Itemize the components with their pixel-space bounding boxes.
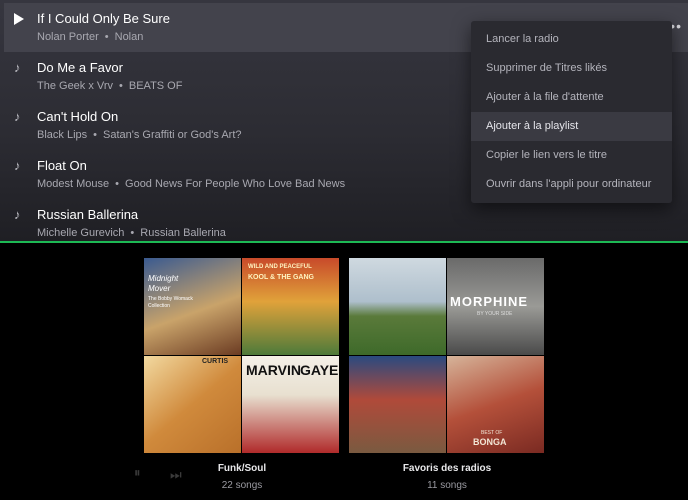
track-meta: Nolan Porter • Nolan bbox=[37, 31, 143, 43]
cover-text: WILD AND PEACEFUL bbox=[248, 264, 312, 270]
menu-item-copy-link[interactable]: Copier le lien vers le titre bbox=[471, 141, 672, 170]
album-cover: WILD AND PEACEFUL KOOL & THE GANG bbox=[242, 258, 339, 355]
track-title[interactable]: Russian Ballerina bbox=[37, 207, 138, 222]
music-note-icon: ♪ bbox=[14, 158, 21, 173]
track-meta: Modest Mouse • Good News For People Who Lo… bbox=[37, 178, 345, 190]
track-title[interactable]: If I Could Only Be Sure bbox=[37, 11, 170, 26]
separator-dot: • bbox=[93, 129, 97, 141]
separator-dot: • bbox=[119, 80, 123, 92]
cover-text: KOOL & THE GANG bbox=[248, 274, 314, 281]
cover-text: BY YOUR SIDE bbox=[477, 311, 513, 317]
menu-item-open-desktop-app[interactable]: Ouvrir dans l'appli pour ordinateur bbox=[471, 170, 672, 199]
track-artist[interactable]: Black Lips bbox=[37, 129, 87, 141]
cover-text: Collection bbox=[148, 303, 170, 309]
cover-text: MORPHINE bbox=[450, 294, 529, 309]
track-title[interactable]: Can't Hold On bbox=[37, 109, 118, 124]
play-icon[interactable] bbox=[14, 12, 28, 26]
playlist-cover-mosaic[interactable]: Midnight Mover The Bobby Womack Collecti… bbox=[144, 258, 340, 454]
cover-text: GAYE bbox=[300, 362, 339, 378]
separator-dot: • bbox=[115, 178, 120, 190]
album-cover: Midnight Mover The Bobby Womack Collecti… bbox=[144, 258, 241, 355]
track-album[interactable]: Russian Ballerina bbox=[140, 227, 226, 239]
track-meta: The Geek x Vrv • BEATS OF bbox=[37, 80, 182, 92]
separator-dot: • bbox=[104, 31, 109, 43]
track-album[interactable]: BEATS OF bbox=[129, 80, 183, 92]
track-title[interactable]: Float On bbox=[37, 158, 87, 173]
playlist-picker: Midnight Mover The Bobby Womack Collecti… bbox=[0, 243, 688, 500]
track-artist[interactable]: The Geek x Vrv bbox=[37, 80, 113, 92]
track-context-menu: Lancer la radio Supprimer de Titres liké… bbox=[471, 21, 672, 203]
music-note-icon: ♪ bbox=[14, 109, 21, 124]
menu-item-start-radio[interactable]: Lancer la radio bbox=[471, 25, 672, 54]
playlist-name[interactable]: Favoris des radios bbox=[349, 463, 545, 474]
track-album[interactable]: Satan's Graffiti or God's Art? bbox=[103, 129, 242, 141]
track-artist[interactable]: Nolan Porter bbox=[37, 31, 99, 43]
menu-item-add-to-queue[interactable]: Ajouter à la file d'attente bbox=[471, 83, 672, 112]
cover-text: CURTIS bbox=[202, 358, 229, 365]
track-meta: Black Lips • Satan's Graffiti or God's Art… bbox=[37, 129, 242, 141]
track-album[interactable]: Good News For People Who Love Bad News bbox=[125, 178, 345, 190]
album-cover: CURTIS bbox=[144, 356, 241, 453]
cover-text: The Bobby Womack bbox=[148, 296, 193, 302]
track-row[interactable]: ♪ Russian Ballerina Michelle Gurevich • Ru… bbox=[4, 199, 688, 241]
cover-text: BONGA bbox=[473, 437, 507, 447]
track-title[interactable]: Do Me a Favor bbox=[37, 60, 123, 75]
cover-text: MARVIN bbox=[246, 362, 301, 378]
album-cover: MORPHINE BY YOUR SIDE bbox=[447, 258, 544, 355]
liked-songs-list: If I Could Only Be Sure Nolan Porter • Nol… bbox=[0, 0, 688, 241]
album-cover: MARVIN GAYE bbox=[242, 356, 339, 453]
music-note-icon: ♪ bbox=[14, 60, 21, 75]
album-cover bbox=[349, 356, 446, 453]
menu-item-add-to-playlist[interactable]: Ajouter à la playlist bbox=[471, 112, 672, 141]
skip-icon: ⏭ bbox=[170, 467, 182, 482]
playlist-song-count: 11 songs bbox=[427, 480, 467, 491]
album-cover bbox=[349, 258, 446, 355]
playlist-cover-mosaic[interactable]: MORPHINE BY YOUR SIDE BEST OF BONGA bbox=[349, 258, 545, 454]
cover-text: Mover bbox=[148, 284, 171, 293]
track-meta: Michelle Gurevich • Russian Ballerina bbox=[37, 227, 226, 239]
cover-text: Midnight bbox=[148, 274, 179, 283]
track-artist[interactable]: Michelle Gurevich bbox=[37, 227, 124, 239]
cover-text: BEST OF bbox=[481, 430, 503, 436]
track-album[interactable]: Nolan bbox=[115, 31, 144, 43]
pause-icon: ⏸ bbox=[134, 465, 141, 480]
separator-dot: • bbox=[130, 227, 135, 239]
music-note-icon: ♪ bbox=[14, 207, 21, 222]
album-cover: BEST OF BONGA bbox=[447, 356, 544, 453]
menu-item-remove-liked[interactable]: Supprimer de Titres likés bbox=[471, 54, 672, 83]
track-artist[interactable]: Modest Mouse bbox=[37, 178, 109, 190]
